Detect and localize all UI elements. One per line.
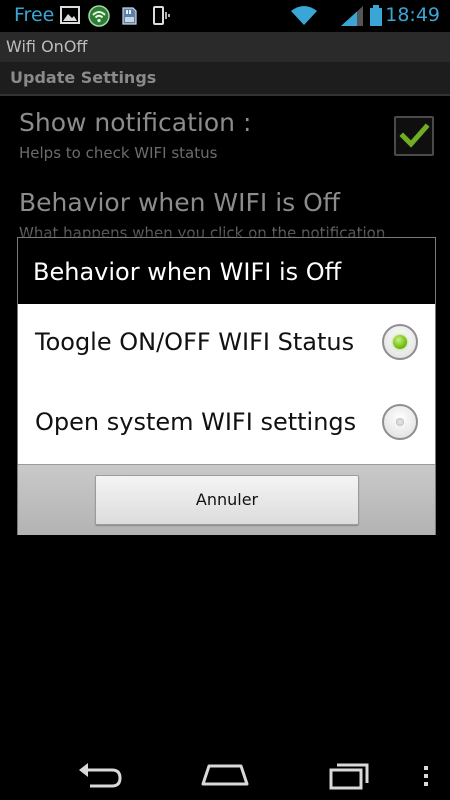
dialog-options-list: Toogle ON/OFF WIFI Status Open system WI… bbox=[18, 304, 435, 464]
wifi-signal-icon bbox=[291, 6, 317, 25]
image-icon bbox=[60, 6, 80, 24]
app-title: Wifi OnOff bbox=[6, 37, 88, 56]
radio-button-unselected[interactable] bbox=[382, 404, 418, 440]
status-clock: 18:49 bbox=[385, 4, 440, 26]
dialog-title: Behavior when WIFI is Off bbox=[33, 258, 342, 286]
cell-signal-icon bbox=[341, 6, 363, 26]
option-open-settings[interactable]: Open system WIFI settings bbox=[18, 384, 435, 464]
carrier-name: Free bbox=[14, 4, 55, 26]
preference-title: Show notification : bbox=[19, 108, 252, 137]
option-toggle-wifi[interactable]: Toogle ON/OFF WIFI Status bbox=[18, 304, 435, 384]
option-label: Toogle ON/OFF WIFI Status bbox=[35, 328, 355, 356]
dialog-button-bar: Annuler bbox=[18, 464, 435, 535]
dialog-header: Behavior when WIFI is Off bbox=[18, 238, 435, 304]
status-bar: Free 18:49 bbox=[0, 0, 450, 32]
category-title: Update Settings bbox=[10, 68, 157, 87]
vibrate-icon bbox=[153, 6, 170, 25]
overflow-menu-icon[interactable] bbox=[420, 758, 432, 792]
option-label: Open system WIFI settings bbox=[35, 408, 357, 436]
radio-button-selected[interactable] bbox=[382, 324, 418, 360]
preference-summary: Helps to check WIFI status bbox=[19, 144, 218, 162]
home-icon[interactable] bbox=[199, 758, 251, 792]
cancel-button[interactable]: Annuler bbox=[95, 475, 359, 525]
sd-card-icon bbox=[122, 7, 137, 25]
wifi-app-icon bbox=[88, 5, 110, 27]
app-title-bar: Wifi OnOff bbox=[0, 32, 450, 63]
navigation-bar bbox=[0, 750, 450, 800]
battery-icon bbox=[370, 5, 382, 26]
back-icon[interactable] bbox=[76, 758, 126, 792]
settings-category-header: Update Settings bbox=[0, 62, 450, 96]
show-notification-checkbox[interactable] bbox=[394, 116, 434, 156]
recent-apps-icon[interactable] bbox=[327, 758, 375, 792]
check-icon bbox=[399, 123, 430, 148]
behavior-dialog: Behavior when WIFI is Off Toogle ON/OFF … bbox=[17, 237, 436, 535]
preference-title: Behavior when WIFI is Off bbox=[19, 188, 341, 217]
radio-dot-icon bbox=[396, 418, 404, 426]
radio-dot-icon bbox=[393, 335, 407, 349]
